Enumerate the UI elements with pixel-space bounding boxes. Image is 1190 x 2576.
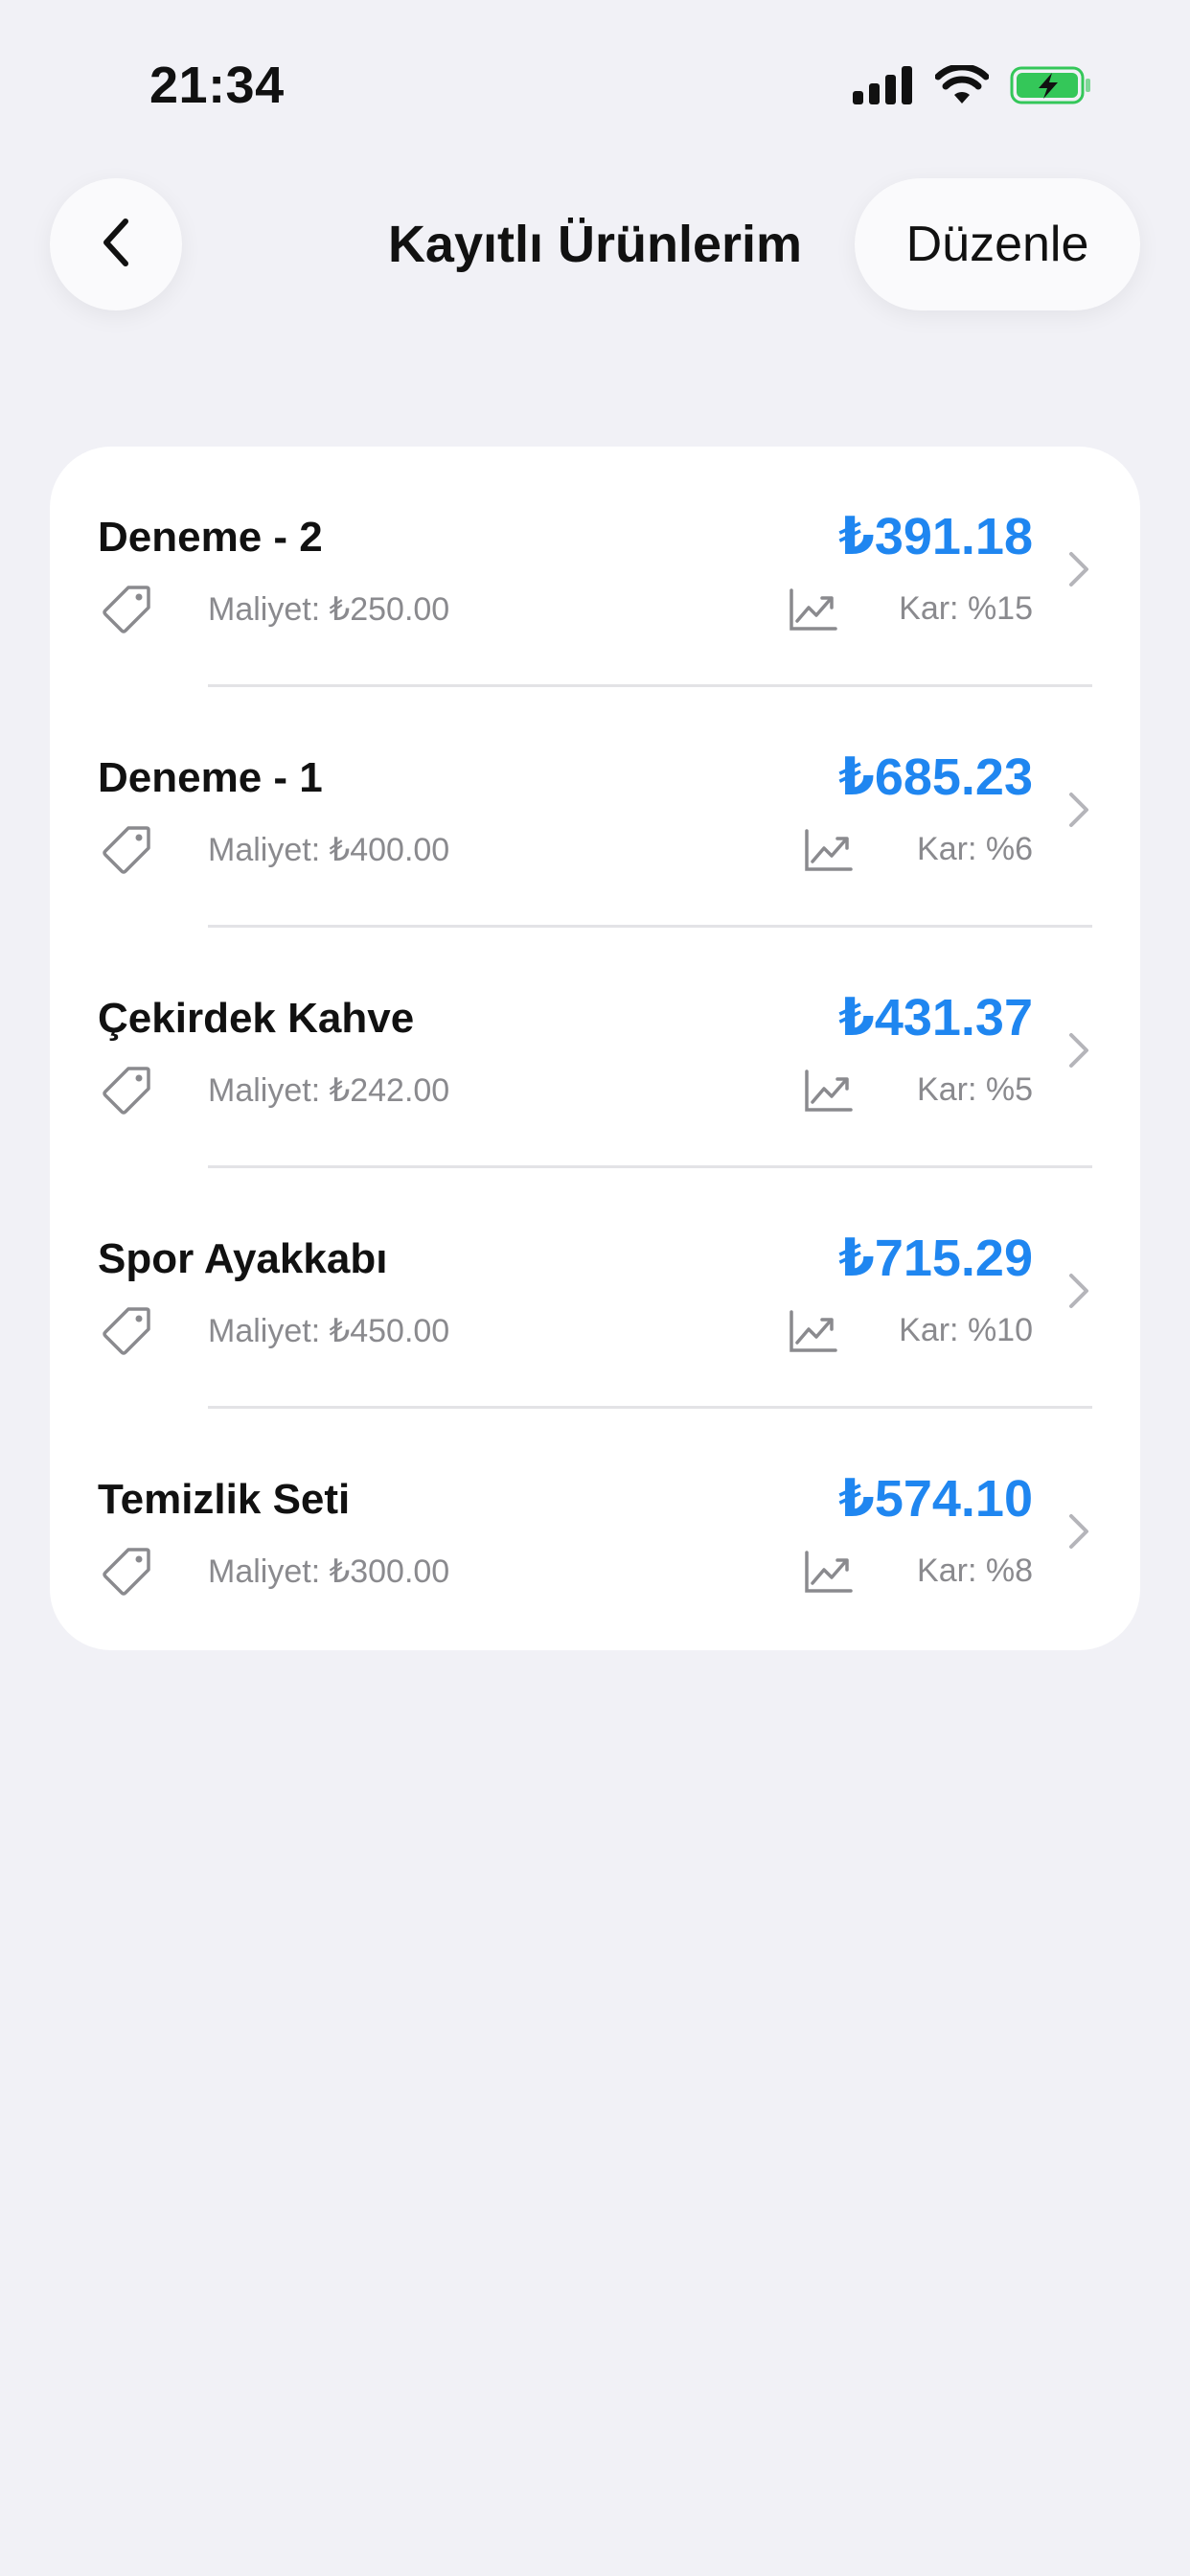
product-price: ₺715.29 [838,1230,1033,1287]
product-cost: Maliyet: ₺400.00 [208,832,450,868]
product-name: Çekirdek Kahve [98,995,415,1042]
tag-icon [100,823,153,877]
product-price: ₺431.37 [838,989,1033,1046]
battery-charging-icon [1010,65,1092,110]
product-cost: Maliyet: ₺450.00 [208,1313,450,1349]
edit-button[interactable]: Düzenle [855,178,1140,310]
tag-icon [100,1064,153,1117]
product-cost: Maliyet: ₺242.00 [208,1072,450,1109]
chevron-right-icon [1067,1272,1090,1310]
chart-trend-icon [803,1549,853,1595]
chevron-right-icon [1067,1031,1090,1070]
product-name: Deneme - 1 [98,754,323,801]
product-price: ₺685.23 [838,748,1033,806]
product-price: ₺574.10 [838,1470,1033,1528]
chart-trend-icon [788,586,837,632]
product-cost: Maliyet: ₺250.00 [208,591,450,628]
product-row[interactable]: Temizlik Seti ₺574.10 Maliyet: ₺300.00 K… [50,1409,1140,1649]
product-list: Deneme - 2 ₺391.18 Maliyet: ₺250.00 Kar:… [50,447,1140,1650]
product-row[interactable]: Çekirdek Kahve ₺431.37 Maliyet: ₺242.00 … [50,928,1140,1168]
tag-icon [100,583,153,636]
product-name: Deneme - 2 [98,514,323,561]
product-name: Temizlik Seti [98,1476,351,1523]
status-icons [853,63,1092,110]
chart-trend-icon [788,1308,837,1354]
tag-icon [100,1545,153,1598]
product-profit: Kar: %8 [917,1552,1033,1589]
product-price: ₺391.18 [838,508,1033,565]
chart-trend-icon [803,827,853,873]
product-row[interactable]: Spor Ayakkabı ₺715.29 Maliyet: ₺450.00 K… [50,1168,1140,1409]
cellular-signal-icon [853,66,914,109]
chart-trend-icon [803,1068,853,1114]
product-cost: Maliyet: ₺300.00 [208,1553,450,1590]
status-time: 21:34 [149,57,285,114]
chevron-right-icon [1067,550,1090,588]
chevron-right-icon [1067,1512,1090,1551]
product-profit: Kar: %6 [917,831,1033,867]
product-profit: Kar: %10 [899,1312,1033,1348]
chevron-right-icon [1067,791,1090,829]
product-profit: Kar: %15 [899,590,1033,627]
product-profit: Kar: %5 [917,1071,1033,1108]
wifi-icon [934,63,990,110]
tag-icon [100,1304,153,1358]
product-row[interactable]: Deneme - 1 ₺685.23 Maliyet: ₺400.00 Kar:… [50,687,1140,928]
product-row[interactable]: Deneme - 2 ₺391.18 Maliyet: ₺250.00 Kar:… [50,447,1140,687]
product-name: Spor Ayakkabı [98,1235,388,1282]
